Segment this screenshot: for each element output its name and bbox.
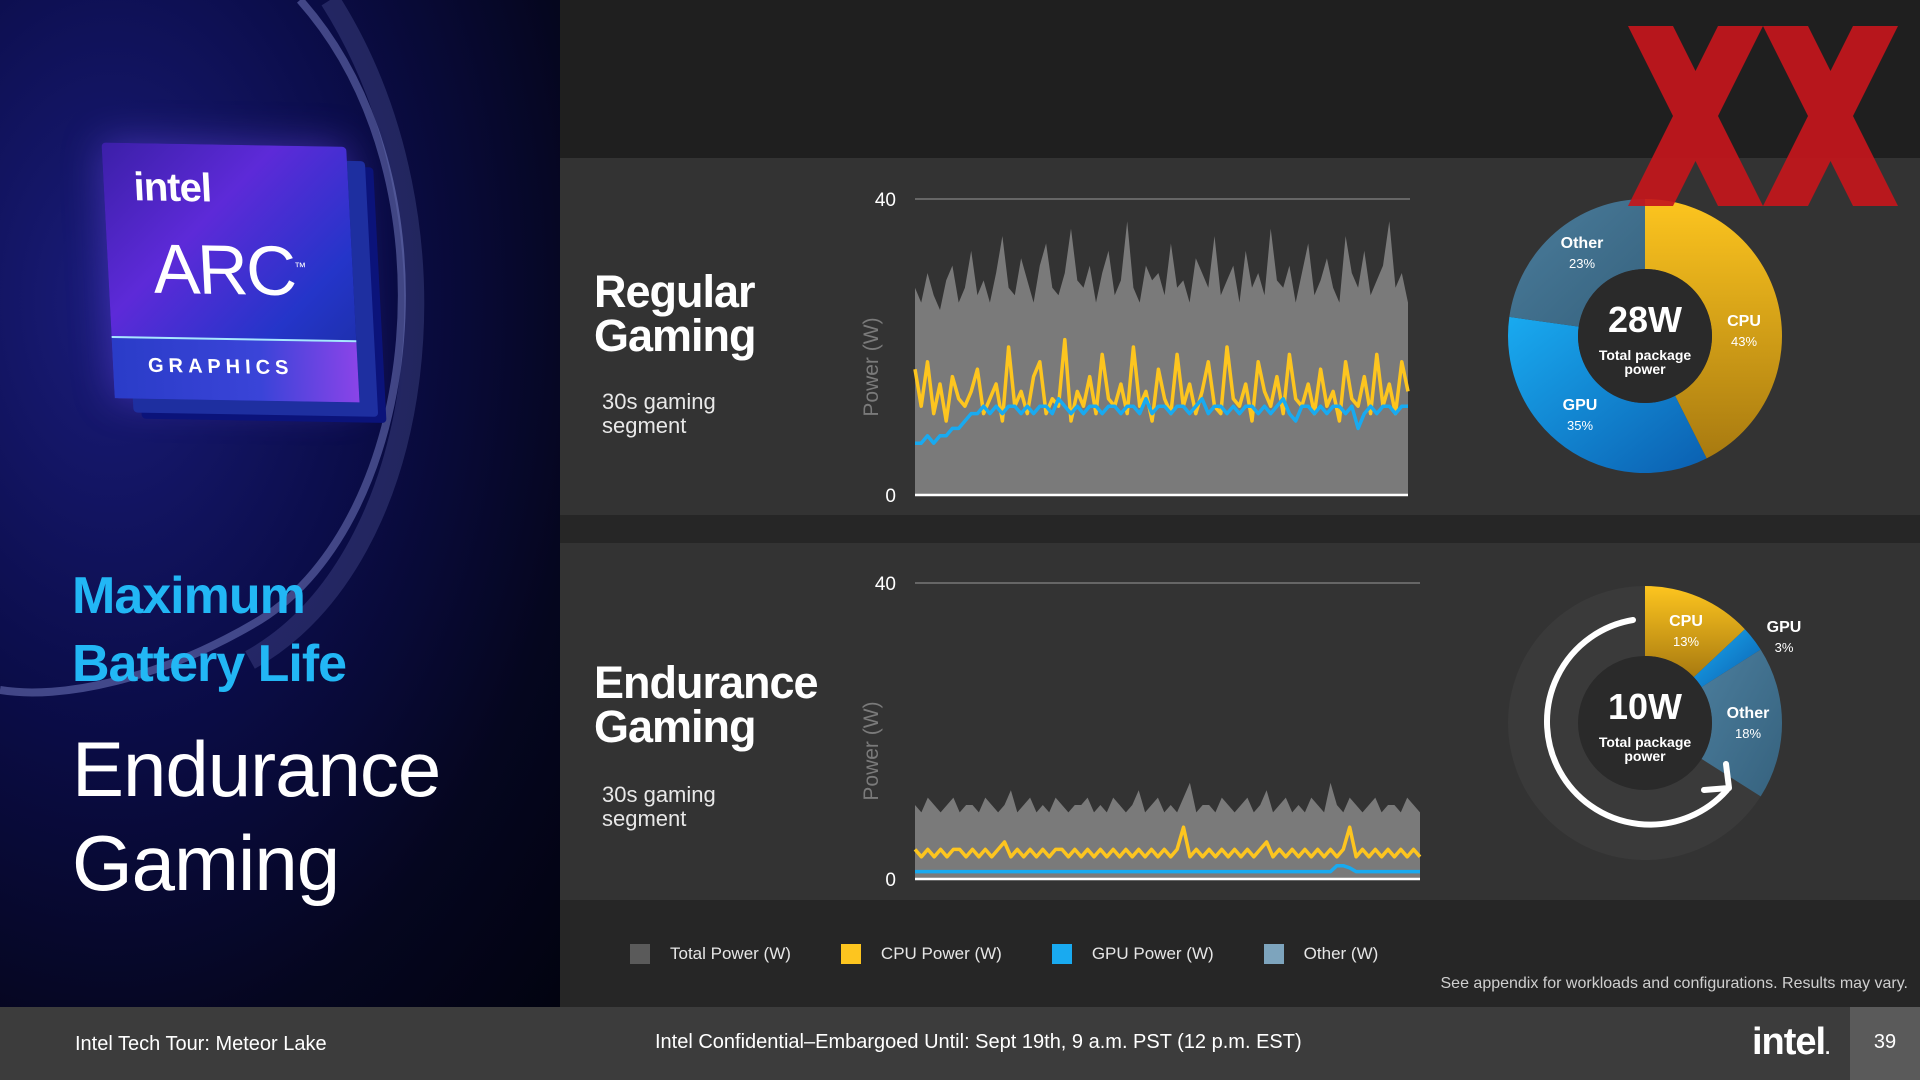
donut-slice-name: CPU	[1727, 313, 1761, 330]
legend-label-gpu: GPU Power (W)	[1091, 944, 1214, 963]
page-number-box: 39	[1850, 1007, 1920, 1080]
donut-slice-name: GPU	[1563, 397, 1598, 414]
donut-slice-name: CPU	[1669, 613, 1703, 630]
page-number: 39	[1873, 1031, 1897, 1053]
donut-slice-percent: 43%	[1731, 334, 1757, 349]
legend-item-gpu: GPU Power (W)	[1051, 944, 1214, 964]
donut-slice-percent: 13%	[1673, 634, 1699, 649]
legend-swatch-total	[630, 944, 650, 964]
donut-slice-name: Other	[1727, 705, 1770, 722]
legend-label-other: Other (W)	[1303, 944, 1379, 963]
donut-center-label: power	[1624, 361, 1666, 377]
footnote: See appendix for workloads and configura…	[1440, 975, 1909, 992]
donut-slice-name: GPU	[1767, 619, 1802, 636]
legend-label-total: Total Power (W)	[670, 944, 791, 963]
watermark-logo	[1628, 26, 1898, 206]
donut-center-label: power	[1624, 748, 1666, 764]
chart-legend: Total Power (W) CPU Power (W) GPU Power …	[630, 942, 1428, 966]
donut-chart-2: 10WTotal packagepowerCPU13%GPU3%Other18%	[1508, 586, 1801, 860]
donut-slice-percent: 3%	[1775, 640, 1794, 655]
donut-slice-percent: 18%	[1735, 726, 1761, 741]
legend-item-other: Other (W)	[1263, 944, 1379, 964]
donut-slice-percent: 35%	[1567, 418, 1593, 433]
legend-swatch-cpu	[840, 944, 861, 964]
donut-slice-name: Other	[1561, 235, 1604, 252]
legend-item-total: Total Power (W)	[630, 944, 791, 964]
footer-bar: Intel Tech Tour: Meteor Lake Intel Confi…	[0, 1007, 1920, 1080]
legend-item-cpu: CPU Power (W)	[840, 944, 1002, 964]
footer-intel-wordmark: intel	[1752, 1021, 1826, 1063]
donut-slice-percent: 23%	[1569, 256, 1595, 271]
legend-swatch-gpu	[1051, 944, 1072, 964]
donut-center-value: 10W	[1608, 686, 1682, 727]
donut-chart-1: 28WTotal packagepowerCPU43%GPU35%Other23…	[1508, 199, 1782, 473]
donut-center-value: 28W	[1608, 299, 1682, 340]
footer-intel-dot: .	[1825, 1038, 1830, 1058]
legend-swatch-other	[1263, 944, 1284, 964]
legend-label-cpu: CPU Power (W)	[880, 944, 1002, 963]
footer-intel-logo: intel.	[1752, 1021, 1830, 1064]
footer-confidential-notice: Intel Confidential–Embargoed Until: Sept…	[655, 1031, 1302, 1053]
footer-event-title: Intel Tech Tour: Meteor Lake	[75, 1033, 327, 1055]
